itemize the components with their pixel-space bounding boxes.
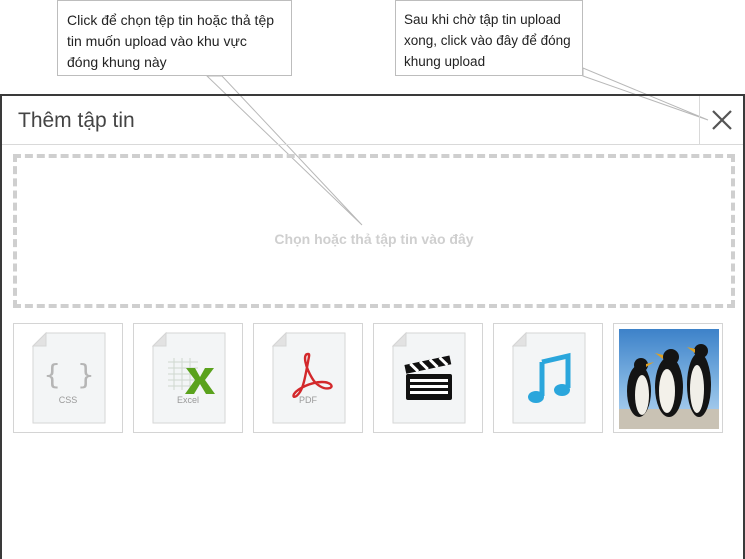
video-file-icon [392, 332, 466, 424]
thumbnail-audio[interactable] [493, 323, 603, 433]
upload-dialog: Thêm tập tin Chọn hoặc thả tập tin vào đ… [0, 94, 745, 559]
thumbnail-label: PDF [299, 395, 317, 405]
thumbnail-video[interactable] [373, 323, 483, 433]
thumbnail-excel[interactable]: Excel [133, 323, 243, 433]
svg-text:{ }: { } [44, 358, 95, 391]
close-hint-callout: Sau khi chờ tập tin upload xong, click v… [395, 0, 583, 76]
dropzone-hint-callout: Click để chọn tệp tin hoặc thả tệp tin m… [57, 0, 292, 76]
file-dropzone[interactable]: Chọn hoặc thả tập tin vào đây [13, 154, 735, 308]
penguins-image [619, 329, 719, 429]
thumbnail-pdf[interactable]: PDF [253, 323, 363, 433]
dropzone-text: Chọn hoặc thả tập tin vào đây [274, 231, 474, 247]
dialog-title: Thêm tập tin [18, 109, 135, 132]
close-button[interactable] [699, 96, 743, 144]
thumbnail-label: Excel [176, 395, 199, 405]
dropzone-hint-text: Click để chọn tệp tin hoặc thả tệp tin m… [67, 12, 275, 70]
close-hint-text: Sau khi chờ tập tin upload xong, click v… [404, 12, 571, 69]
css-file-icon: { } [32, 332, 106, 424]
dialog-header: Thêm tập tin [2, 96, 743, 145]
audio-file-icon [512, 332, 586, 424]
excel-file-icon [152, 332, 226, 424]
close-icon [711, 110, 732, 130]
thumbnail-label: CSS [58, 395, 78, 405]
thumbnail-css[interactable]: { } CSS [13, 323, 123, 433]
pdf-file-icon [272, 332, 346, 424]
thumbnail-image[interactable] [613, 323, 723, 433]
